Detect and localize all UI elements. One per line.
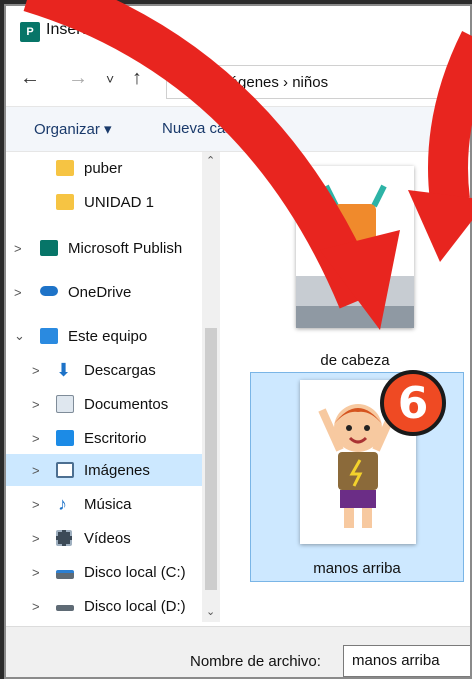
chevron-right-icon[interactable]: > [14,285,22,300]
sidebar-item-videos[interactable]: > Vídeos [6,522,202,554]
sidebar-scrollbar[interactable]: ⌃ ⌄ [202,152,220,622]
music-icon: ♪ [58,494,67,514]
sidebar-item-label: Disco local (C:) [84,563,186,581]
sidebar-item-label: Imágenes [84,461,150,479]
folder-icon [56,160,74,176]
address-path: Imágenes › niños [213,74,329,91]
sidebar-item-unidad-1[interactable]: UNIDAD 1 [6,186,202,218]
download-icon: ⬇ [56,360,72,380]
chevron-right-icon[interactable]: > [32,463,40,478]
sidebar-item-label: Escritorio [84,429,147,447]
drive-icon [56,570,74,579]
chevron-right-icon[interactable]: > [32,599,40,614]
insert-image-dialog: P Insertar imagen ← → ˅ ↑ Imágenes › niñ… [4,4,472,679]
chevron-right-icon[interactable]: > [32,531,40,546]
file-name-label[interactable]: manos arriba [282,560,432,577]
chevron-down-icon[interactable]: ⌄ [14,328,25,344]
up-button[interactable]: ↑ [132,67,142,90]
sidebar-item-imagenes[interactable]: > Imágenes [6,454,202,486]
sidebar-item-label: OneDrive [68,283,132,301]
sidebar-item-label: Disco local (D:) [84,597,186,615]
sidebar-item-documentos[interactable]: > Documentos [6,388,202,420]
sidebar-item-label: Microsoft Publish [68,239,183,257]
pictures-icon [56,462,74,478]
sidebar-item-label: Descargas [84,361,156,379]
scrollbar-thumb[interactable] [205,328,217,590]
sidebar-item-label: UNIDAD 1 [84,193,155,211]
sidebar-item-disco-d[interactable]: > Disco local (D:) [6,590,202,622]
cloud-icon [40,286,58,296]
window-title: Insertar imagen [46,21,158,38]
sidebar-item-disco-c[interactable]: > Disco local (C:) [6,556,202,588]
navigation-bar: ← → ˅ ↑ Imágenes › niños [6,61,470,101]
forward-button[interactable]: → [68,67,88,90]
publisher-app-icon: P [20,22,40,42]
sidebar-item-onedrive[interactable]: > OneDrive [6,276,202,308]
videos-icon [56,530,72,546]
recent-locations-button[interactable]: ˅ [106,71,114,87]
pc-icon [40,328,58,344]
new-folder-button[interactable]: Nueva carpeta [162,120,260,137]
sidebar-item-escritorio[interactable]: > Escritorio [6,422,202,454]
chevron-right-icon[interactable]: > [32,565,40,580]
dialog-footer: Nombre de archivo: manos arriba [6,626,470,677]
folder-icon [56,194,74,210]
chevron-right-icon[interactable]: > [32,363,40,378]
back-button[interactable]: ← [20,67,40,90]
sidebar-item-musica[interactable]: > ♪ Música [6,488,202,520]
publisher-icon [40,240,58,256]
sidebar-item-microsoft-publisher[interactable]: > Microsoft Publish [6,232,202,264]
sidebar-item-puber[interactable]: puber [6,152,202,184]
organize-button[interactable]: Organizar ▾ [34,120,112,138]
sidebar-item-label: Documentos [84,395,169,413]
sidebar-item-descargas[interactable]: > ⬇ Descargas [6,354,202,386]
filename-label: Nombre de archivo: [190,653,321,670]
file-name-label[interactable]: de cabeza [296,352,414,369]
sidebar-item-label: Este equipo [68,327,148,345]
documents-icon [56,395,74,413]
sidebar-item-label: Música [84,495,132,513]
step-number-badge: 6 [380,370,446,436]
desktop-icon [56,430,74,446]
file-thumbnail-de-cabeza[interactable] [296,166,414,328]
sidebar-item-label: Vídeos [84,529,131,547]
chevron-right-icon[interactable]: > [32,431,40,446]
sidebar-item-label: puber [84,159,123,177]
chevron-right-icon[interactable]: > [32,497,40,512]
scroll-down-icon[interactable]: ⌄ [206,605,215,618]
command-bar: Organizar ▾ Nueva carpeta [6,106,470,152]
scroll-up-icon[interactable]: ⌃ [206,154,215,167]
address-bar[interactable]: Imágenes › niños [166,65,470,99]
filename-input[interactable]: manos arriba [343,645,470,677]
navigation-pane: puber UNIDAD 1 > Microsoft Publish > One… [6,152,220,622]
chevron-right-icon[interactable]: > [14,241,22,256]
sidebar-item-este-equipo[interactable]: ⌄ Este equipo [6,320,202,352]
title-bar: P Insertar imagen [6,6,470,56]
chevron-right-icon[interactable]: > [32,397,40,412]
kid-upside-down-illustration [296,184,414,328]
drive-icon [56,605,74,611]
